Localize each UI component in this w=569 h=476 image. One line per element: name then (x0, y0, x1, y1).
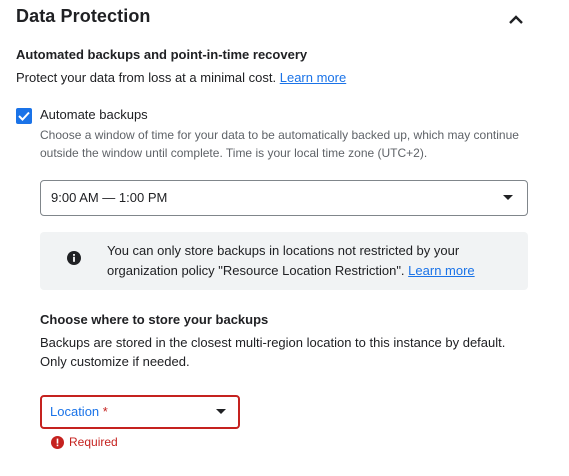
data-protection-panel: Data Protection Automated backups and po… (0, 0, 569, 476)
section-title: Data Protection (16, 6, 151, 26)
checkmark-icon (18, 111, 30, 121)
chevron-up-icon (509, 15, 523, 24)
required-mark: * (102, 404, 108, 419)
location-select[interactable]: Location * (40, 395, 240, 429)
dropdown-arrow-icon (216, 409, 226, 414)
dropdown-arrow-icon (503, 195, 513, 200)
notice-learn-more-link[interactable]: Learn more (408, 263, 474, 278)
automate-backups-helper: Choose a window of time for your data to… (40, 128, 519, 160)
error-icon (51, 435, 64, 449)
backup-window-value: 9:00 AM — 1:00 PM (51, 190, 168, 205)
automate-backups-checkbox[interactable] (16, 108, 32, 124)
backups-description: Protect your data from loss at a minimal… (16, 70, 346, 85)
backups-heading: Automated backups and point-in-time reco… (16, 47, 308, 62)
backups-description-text: Protect your data from loss at a minimal… (16, 70, 277, 85)
location-error: Required (51, 435, 118, 449)
storage-description: Backups are stored in the closest multi-… (40, 335, 506, 369)
backup-window-select[interactable]: 9:00 AM — 1:00 PM (40, 180, 528, 216)
notice-text-body: You can only store backups in locations … (107, 243, 460, 278)
info-icon (67, 251, 81, 265)
learn-more-link[interactable]: Learn more (280, 70, 346, 85)
error-text: Required (69, 435, 118, 449)
location-label: Location * (50, 404, 108, 419)
storage-heading: Choose where to store your backups (40, 312, 269, 327)
collapse-button[interactable] (498, 2, 534, 38)
location-label-text: Location (50, 404, 100, 419)
location-policy-notice: You can only store backups in locations … (40, 232, 528, 290)
automate-backups-label[interactable]: Automate backups (40, 107, 148, 122)
notice-text: You can only store backups in locations … (107, 241, 507, 281)
